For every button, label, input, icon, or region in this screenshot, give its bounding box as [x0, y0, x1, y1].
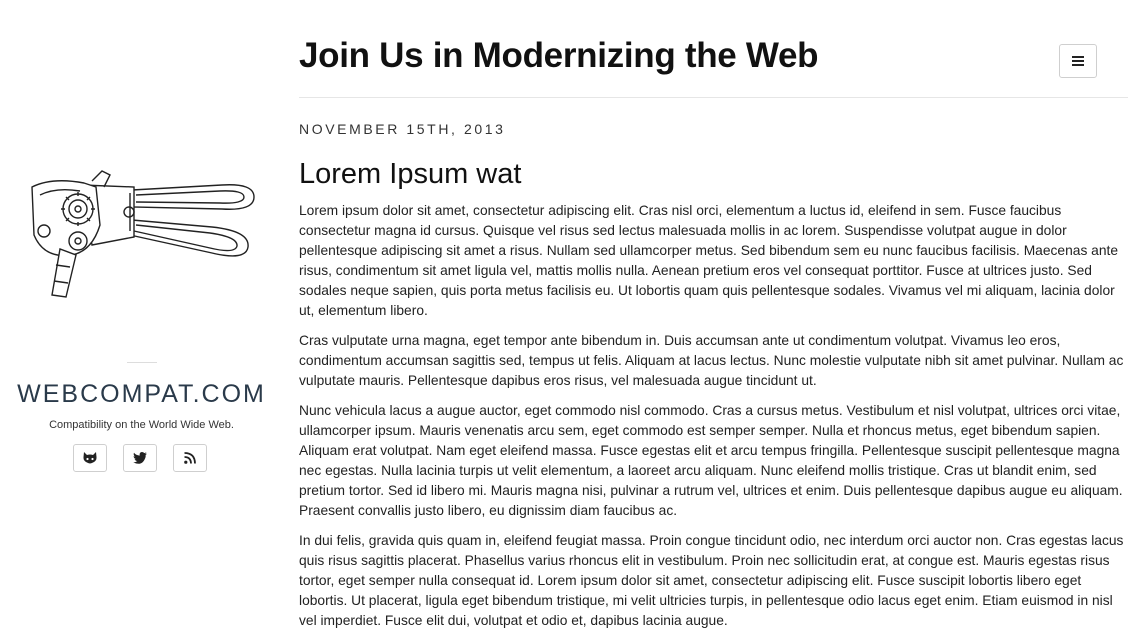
post-paragraph: Nunc vehicula lacus a augue auctor, eget…: [299, 403, 1123, 518]
can-opener-logo-icon[interactable]: [22, 165, 262, 305]
hamburger-menu-icon: [1072, 56, 1084, 66]
page-title: Join Us in Modernizing the Web: [299, 36, 819, 75]
post-date: NOVEMBER 15TH, 2013: [299, 121, 506, 137]
rss-icon: [184, 452, 196, 464]
twitter-button[interactable]: [123, 444, 157, 472]
post-paragraph: In dui felis, gravida quis quam in, elei…: [299, 533, 1124, 628]
post-paragraph: Lorem ipsum dolor sit amet, consectetur …: [299, 203, 1119, 318]
social-links: [73, 444, 207, 472]
rss-button[interactable]: [173, 444, 207, 472]
github-button[interactable]: [73, 444, 107, 472]
site-name[interactable]: WEBCOMPAT.COM: [0, 380, 283, 409]
post-paragraph: Cras vulputate urna magna, eget tempor a…: [299, 333, 1124, 388]
header-divider: [299, 97, 1128, 98]
menu-button[interactable]: [1059, 44, 1097, 78]
sidebar: WEBCOMPAT.COM Compatibility on the World…: [0, 0, 283, 637]
twitter-icon: [133, 452, 147, 464]
post-body: Lorem ipsum dolor sit amet, consectetur …: [299, 201, 1128, 641]
post-title[interactable]: Lorem Ipsum wat: [299, 158, 521, 191]
site-tagline: Compatibility on the World Wide Web.: [49, 419, 234, 431]
logo-divider: [127, 362, 157, 363]
github-icon: [83, 452, 97, 464]
